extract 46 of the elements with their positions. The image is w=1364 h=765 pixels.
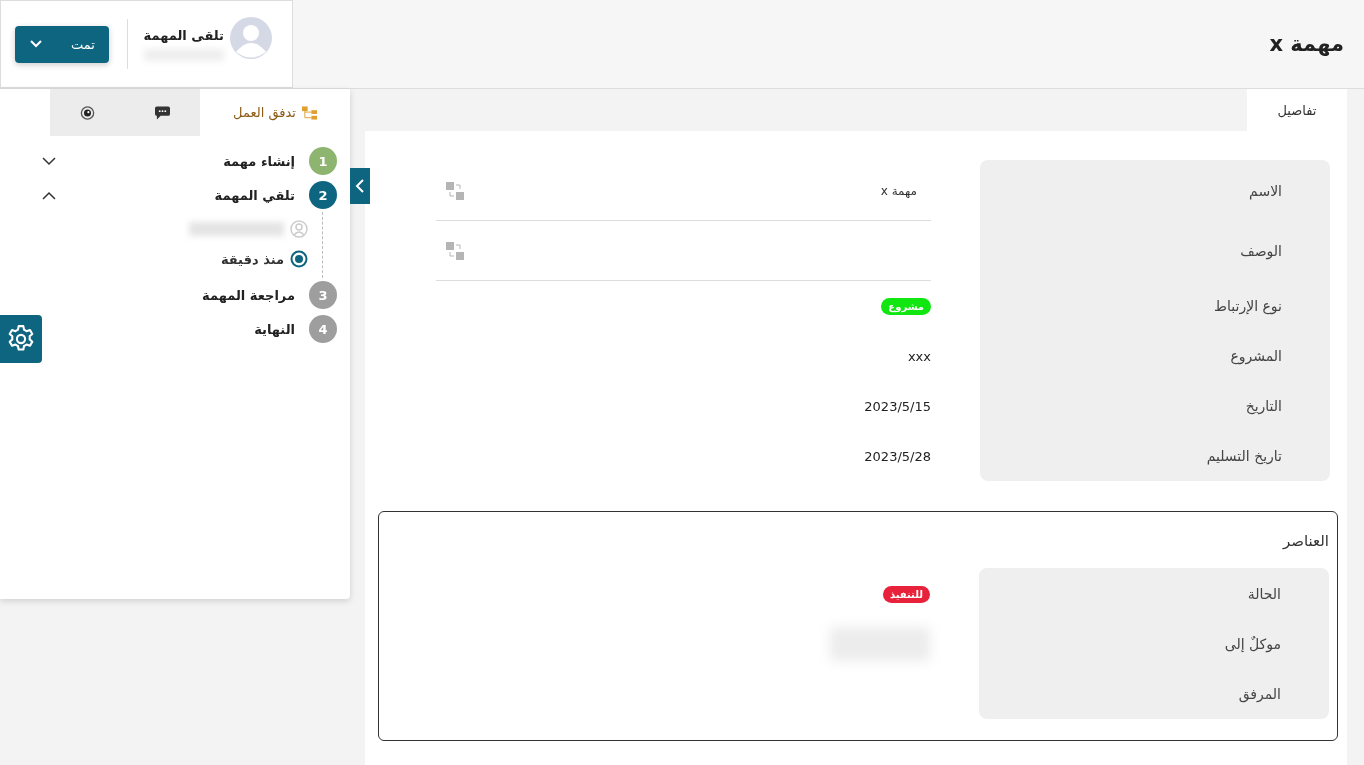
step-label: إنشاء مهمة [223,153,295,169]
status-badge: للتنفيذ [882,585,930,603]
field-value: 2023/5/28 [864,448,931,464]
step-number: 3 [309,281,337,309]
input-field[interactable]: مهمة x [436,161,931,221]
field-label: المشروع [1230,348,1282,364]
type-badge: مشروع [881,297,931,315]
user-icon [290,220,308,238]
field-label: الحالة [1247,586,1281,602]
step-label: النهاية [254,321,295,337]
chevron-down-icon[interactable] [42,156,56,166]
field-label: تاريخ التسليم [1206,448,1282,464]
chat-icon [155,105,170,120]
field-label: الاسم [1249,183,1282,199]
page-title: مهمة x [1269,32,1344,56]
step-number: 2 [309,181,337,209]
field-value: xxx [907,348,931,364]
details-tab[interactable]: تفاصيل [1247,89,1347,131]
settings-button[interactable] [0,315,42,363]
chevron-left-icon [355,179,365,193]
avatar-icon [230,17,272,59]
status-dropdown-button[interactable]: تمت [15,25,109,63]
collapse-button[interactable] [350,168,370,204]
step-number: 1 [309,147,337,175]
field-label: المرفق [1238,686,1281,702]
translate-icon [446,241,464,260]
field-label: موكلٌ إلى [1224,636,1281,652]
stage-label: تلقى المهمة [143,27,224,43]
translate-icon [446,181,464,200]
radio-dot-icon [290,250,308,268]
eye-icon [80,105,95,120]
flowchart-icon [301,105,317,120]
step-label: تلقي المهمة [214,187,295,203]
workflow-tab[interactable]: تدفق العمل [200,89,350,136]
step-label: مراجعة المهمة [202,287,295,303]
chevron-up-icon[interactable] [42,190,56,200]
field-label: التاريخ [1245,398,1282,414]
step-number: 4 [309,315,337,343]
chevron-down-icon [29,39,43,49]
field-label: الوصف [1240,243,1282,259]
chat-tab[interactable] [125,89,200,136]
settings-icon [7,325,35,353]
step-time: منذ دقيقة [220,251,284,267]
section-title: العناصر [1281,531,1329,552]
field-label: نوع الإرتباط [1214,298,1282,314]
field-value: 2023/5/15 [864,398,931,414]
